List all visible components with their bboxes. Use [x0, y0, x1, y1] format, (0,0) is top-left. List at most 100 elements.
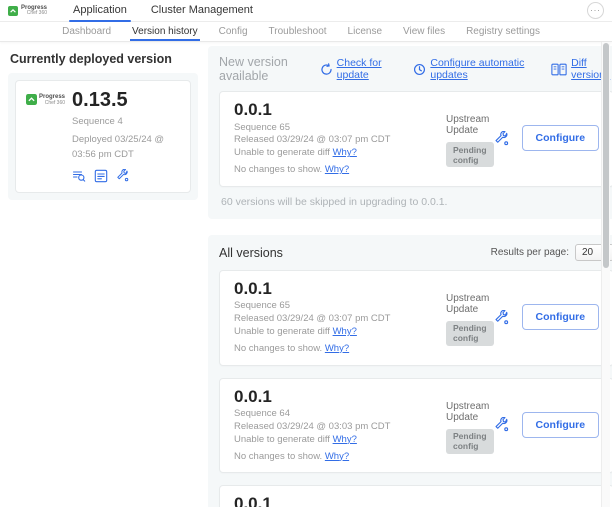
changes-why-link[interactable]: Why? — [325, 451, 349, 462]
version-row: 0.0.1 Sequence 64 Released 03/29/24 @ 03… — [219, 378, 612, 474]
version-status: Upstream Update Pending config — [446, 387, 494, 455]
topbar: Progress Chef 360 Application Cluster Ma… — [0, 0, 612, 22]
pending-config-badge: Pending config — [446, 429, 494, 454]
tab-application[interactable]: Application — [61, 0, 139, 22]
version-actions: Configure — [494, 412, 600, 438]
configure-automatic-updates-link[interactable]: Configure automatic updates — [413, 57, 536, 81]
changes-status-line: No changes to show. Why? — [234, 164, 446, 177]
new-version-section: New version available Check for update — [208, 46, 612, 219]
version-status: Upstream Update Pending config — [446, 494, 494, 507]
version-source: Upstream Update — [446, 401, 494, 423]
diff-status-line: Unable to generate diff Why? — [234, 147, 446, 160]
results-per-page-value: 20 — [582, 247, 593, 258]
pending-config-badge: Pending config — [446, 321, 494, 346]
results-per-page-label: Results per page: — [491, 247, 569, 258]
version-source: Upstream Update — [446, 293, 494, 315]
version-source: Upstream Update — [446, 114, 494, 136]
app-logo: Progress Chef 360 — [8, 5, 47, 16]
version-actions: Configure — [494, 304, 600, 330]
deployed-panel: Progress Chef 360 0.13.5 Sequence 4 Depl… — [8, 73, 198, 200]
refresh-icon — [320, 63, 333, 76]
nav-troubleshoot[interactable]: Troubleshoot — [269, 22, 327, 41]
version-number: 0.0.1 — [234, 387, 446, 407]
logo-text: Progress Chef 360 — [21, 5, 47, 16]
troubleshoot-wrench-icon[interactable] — [116, 169, 129, 182]
diff-why-link[interactable]: Why? — [333, 326, 357, 337]
new-version-heading: New version available — [219, 55, 320, 83]
tab-cluster-management[interactable]: Cluster Management — [139, 0, 265, 22]
version-info: 0.0.1 Sequence 64 Released 03/29/24 @ 03… — [234, 387, 446, 464]
configure-button[interactable]: Configure — [522, 412, 600, 438]
nav-config[interactable]: Config — [219, 22, 248, 41]
version-info: 0.0.1 Sequence 63 Released 03/29/24 @ 02… — [234, 494, 446, 507]
clock-icon — [413, 63, 426, 76]
edit-config-wrench-icon[interactable] — [494, 417, 509, 432]
deployed-sequence: Sequence 4 — [72, 115, 180, 129]
changes-why-link[interactable]: Why? — [325, 164, 349, 175]
deployed-actions — [72, 169, 180, 183]
version-status: Upstream Update Pending config — [446, 100, 494, 168]
version-actions: Check for update Configure automatic upd… — [320, 57, 612, 81]
deployed-details: 0.13.5 Sequence 4 Deployed 03/25/24 @ 03… — [72, 90, 180, 183]
changes-status-text: No changes to show. — [234, 451, 322, 462]
deployed-version-number: 0.13.5 — [72, 90, 180, 111]
nav-view-files[interactable]: View files — [403, 22, 445, 41]
view-config-icon[interactable] — [94, 169, 108, 183]
nav-dashboard[interactable]: Dashboard — [62, 22, 111, 41]
all-versions-rows: 0.0.1 Sequence 65 Released 03/29/24 @ 03… — [219, 270, 612, 507]
nav-license[interactable]: License — [348, 22, 382, 41]
version-sequence: Sequence 64 — [234, 408, 446, 421]
diff-status-line: Unable to generate diff Why? — [234, 434, 446, 447]
diff-status-text: Unable to generate diff — [234, 147, 330, 158]
deployed-date: Deployed 03/25/24 @ 03:56 pm CDT — [72, 133, 180, 162]
edit-config-wrench-icon[interactable] — [494, 310, 509, 325]
logo-line2: Chef 360 — [21, 11, 47, 16]
version-released: Released 03/29/24 @ 03:07 pm CDT — [234, 134, 446, 147]
configure-button[interactable]: Configure — [522, 125, 600, 151]
diff-why-link[interactable]: Why? — [333, 434, 357, 445]
nav-version-history[interactable]: Version history — [132, 22, 198, 41]
release-notes-icon[interactable] — [72, 169, 86, 183]
version-number: 0.0.1 — [234, 100, 446, 120]
overflow-menu-button[interactable]: ... — [587, 2, 604, 19]
deployed-version-card: Progress Chef 360 0.13.5 Sequence 4 Depl… — [15, 80, 191, 193]
progress-chef-logo-icon — [26, 94, 37, 105]
skip-note: 60 versions will be skipped in upgrading… — [219, 196, 612, 208]
version-status: Upstream Update Pending config — [446, 279, 494, 347]
changes-status-text: No changes to show. — [234, 343, 322, 354]
content-area: Currently deployed version Progress Chef… — [0, 42, 612, 507]
diff-status-text: Unable to generate diff — [234, 434, 330, 445]
new-version-card-host: 0.0.1 Sequence 65 Released 03/29/24 @ 03… — [219, 91, 612, 187]
version-info: 0.0.1 Sequence 65 Released 03/29/24 @ 03… — [234, 100, 446, 177]
ellipsis-icon: ... — [590, 4, 601, 13]
deployed-heading: Currently deployed version — [8, 46, 198, 73]
edit-config-wrench-icon[interactable] — [494, 131, 509, 146]
version-released: Released 03/29/24 @ 03:03 pm CDT — [234, 421, 446, 434]
nav-registry-settings[interactable]: Registry settings — [466, 22, 540, 41]
configure-button[interactable]: Configure — [522, 304, 600, 330]
diff-status-line: Unable to generate diff Why? — [234, 326, 446, 339]
deployed-version-column: Currently deployed version Progress Chef… — [8, 46, 198, 507]
deployed-app-logo: Progress Chef 360 — [26, 90, 65, 183]
version-number: 0.0.1 — [234, 279, 446, 299]
secondary-nav: Dashboard Version history Config Trouble… — [0, 22, 612, 42]
check-for-update-link[interactable]: Check for update — [320, 57, 399, 81]
all-versions-section: All versions Results per page: 20 0.0.1 … — [208, 235, 612, 507]
scrollbar-thumb[interactable] — [603, 43, 609, 268]
version-row: 0.0.1 Sequence 63 Released 03/29/24 @ 02… — [219, 485, 612, 507]
version-row: 0.0.1 Sequence 65 Released 03/29/24 @ 03… — [219, 270, 612, 366]
version-row: 0.0.1 Sequence 65 Released 03/29/24 @ 03… — [219, 91, 612, 187]
diff-why-link[interactable]: Why? — [333, 147, 357, 158]
changes-why-link[interactable]: Why? — [325, 343, 349, 354]
diff-icon — [551, 63, 567, 76]
version-actions: Configure — [494, 125, 600, 151]
logo-line2: Chef 360 — [39, 101, 65, 107]
changes-status-line: No changes to show. Why? — [234, 343, 446, 356]
version-sequence: Sequence 65 — [234, 300, 446, 313]
vertical-scrollbar[interactable] — [601, 42, 610, 507]
version-released: Released 03/29/24 @ 03:07 pm CDT — [234, 313, 446, 326]
version-sequence: Sequence 65 — [234, 122, 446, 135]
pending-config-badge: Pending config — [446, 142, 494, 167]
diff-status-text: Unable to generate diff — [234, 326, 330, 337]
version-info: 0.0.1 Sequence 65 Released 03/29/24 @ 03… — [234, 279, 446, 356]
